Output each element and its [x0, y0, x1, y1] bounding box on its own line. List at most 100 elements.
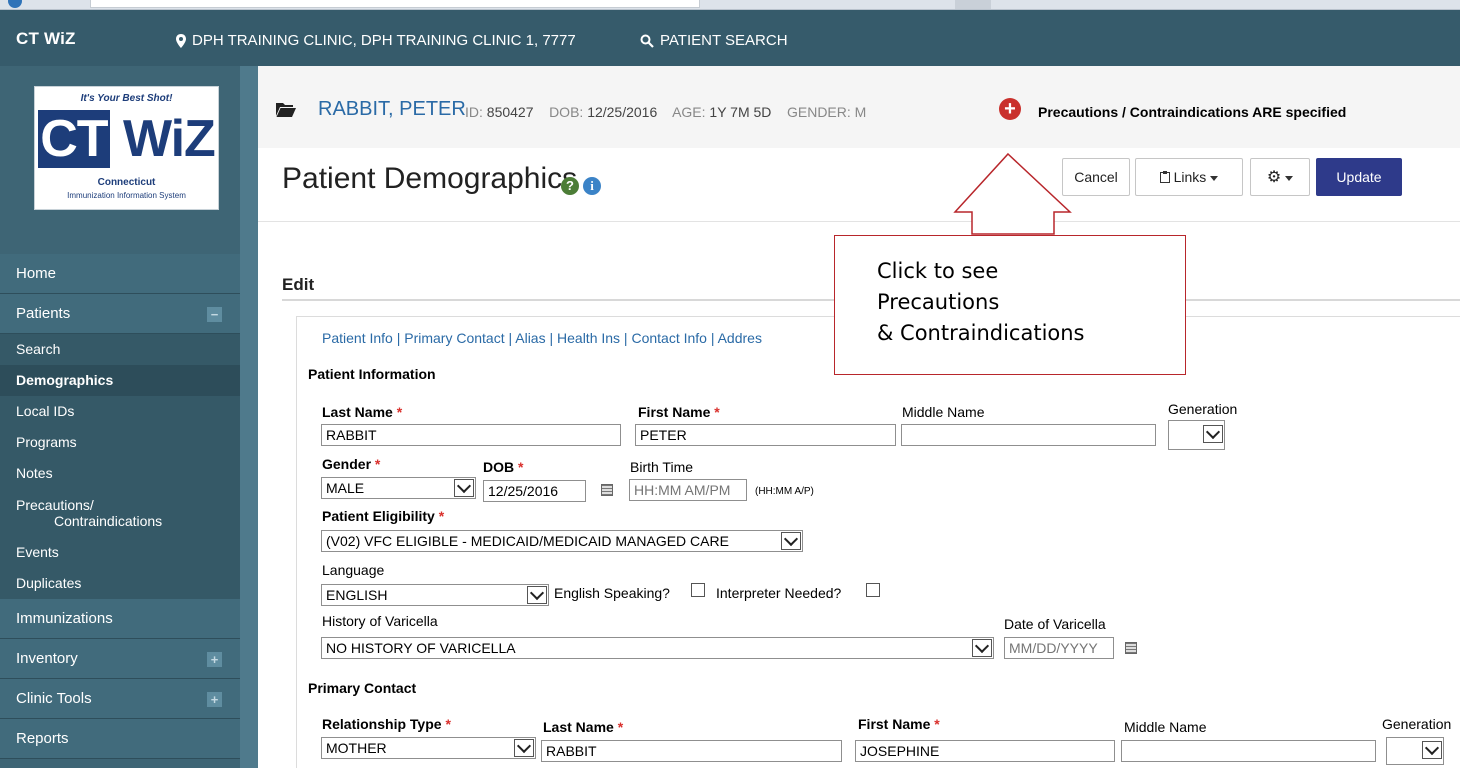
language-select[interactable]: ENGLISH: [321, 584, 549, 606]
birth-time-label: Birth Time: [630, 459, 694, 475]
caret-down-icon: [1210, 175, 1219, 181]
section-tabs[interactable]: Patient Info | Primary Contact | Alias |…: [322, 330, 762, 346]
logo-subtitle-2: Immunization Information System: [67, 191, 186, 200]
chevron-down-icon: [1422, 741, 1442, 759]
contact-last-name-field[interactable]: RABBIT: [541, 740, 842, 762]
last-name-label: Last Name *: [322, 404, 402, 420]
clipboard-icon: [1159, 171, 1170, 183]
chevron-down-icon: [527, 586, 547, 604]
callout-line-3: & Contraindications: [877, 321, 1085, 345]
help-icon[interactable]: ?: [561, 177, 579, 195]
clinic-selector[interactable]: DPH TRAINING CLINIC, DPH TRAINING CLINIC…: [176, 32, 576, 49]
patient-banner: RABBIT, PETER ID: 850427 DOB: 12/25/2016…: [258, 66, 1460, 148]
varicella-value: NO HISTORY OF VARICELLA: [326, 640, 516, 656]
dob-label-text: DOB: [483, 459, 515, 475]
sidebar-item-events[interactable]: Events: [0, 537, 240, 568]
chevron-down-icon: [514, 739, 534, 757]
last-name-field[interactable]: RABBIT: [321, 424, 621, 446]
info-icon[interactable]: i: [583, 177, 601, 195]
patient-search-link[interactable]: PATIENT SEARCH: [640, 32, 788, 49]
sidebar-item-precautions[interactable]: Precautions/ Contraindications: [0, 489, 240, 537]
clinic-name: DPH TRAINING CLINIC, DPH TRAINING CLINIC…: [192, 32, 576, 49]
contact-generation-label: Generation: [1382, 716, 1452, 732]
expand-icon[interactable]: +: [207, 652, 222, 667]
required-mark: *: [617, 719, 624, 735]
middle-name-label: Middle Name: [902, 404, 985, 420]
links-dropdown-button[interactable]: Links: [1135, 158, 1243, 196]
contact-generation-select[interactable]: [1386, 737, 1444, 765]
ct-wiz-logo[interactable]: It's Your Best Shot! CT WiZ Connecticut …: [34, 86, 219, 210]
age-label: AGE:: [672, 104, 706, 120]
logo-wordmark: CT WiZ: [38, 110, 216, 168]
required-mark: *: [518, 459, 524, 475]
dob-label: DOB *: [483, 459, 523, 475]
chevron-down-icon: [781, 532, 801, 550]
relationship-value: MOTHER: [326, 740, 387, 756]
varicella-history-select[interactable]: NO HISTORY OF VARICELLA: [321, 637, 994, 659]
brand-name[interactable]: CT WiZ: [16, 29, 76, 49]
browser-back-icon[interactable]: [8, 0, 22, 8]
title-row: Patient Demographics ? i Cancel Links ⚙ …: [258, 148, 1460, 222]
expand-icon[interactable]: +: [207, 692, 222, 707]
sidebar-item-home[interactable]: Home: [0, 254, 240, 294]
dob-field[interactable]: 12/25/2016: [483, 480, 586, 502]
birth-time-hint: (HH:MM A/P): [755, 486, 814, 497]
sidebar-item-local-ids[interactable]: Local IDs: [0, 396, 240, 427]
plus-circle-icon[interactable]: +: [999, 98, 1021, 120]
sidebar-item-search[interactable]: Search: [0, 334, 240, 365]
required-mark: *: [714, 404, 720, 420]
patient-name: RABBIT, PETER: [318, 98, 466, 120]
first-name-label-text: First Name: [638, 404, 711, 420]
sidebar-item-reports[interactable]: Reports: [0, 719, 240, 759]
contact-first-name-label-text: First Name: [858, 716, 931, 732]
interpreter-needed-checkbox[interactable]: [866, 583, 880, 597]
generation-select[interactable]: [1168, 420, 1225, 450]
calendar-icon[interactable]: [1125, 642, 1137, 654]
relationship-type-select[interactable]: MOTHER: [321, 737, 536, 759]
callout-line-2: Precautions: [877, 290, 1000, 314]
language-value: ENGLISH: [326, 587, 388, 603]
settings-dropdown-button[interactable]: ⚙: [1250, 158, 1310, 196]
sidebar-item-inventory[interactable]: Inventory +: [0, 639, 240, 679]
varicella-date-field[interactable]: [1004, 637, 1114, 659]
sidebar-item-demographics[interactable]: Demographics: [0, 365, 240, 396]
patient-information-heading: Patient Information: [308, 366, 436, 382]
collapse-icon[interactable]: −: [207, 307, 222, 322]
top-bar: CT WiZ DPH TRAINING CLINIC, DPH TRAINING…: [0, 10, 1460, 66]
sidebar-item-immunizations[interactable]: Immunizations: [0, 599, 240, 639]
birth-time-field[interactable]: [629, 479, 747, 501]
english-speaking-checkbox[interactable]: [691, 583, 705, 597]
annotation-callout: Click to see Precautions & Contraindicat…: [834, 235, 1186, 375]
links-label: Links: [1173, 169, 1207, 185]
patient-eligibility-label-text: Patient Eligibility: [322, 508, 435, 524]
last-name-label-text: Last Name: [322, 404, 393, 420]
callout-line-1: Click to see: [877, 259, 999, 283]
browser-strip: [0, 0, 1460, 10]
middle-name-field[interactable]: [901, 424, 1156, 446]
required-mark: *: [934, 716, 940, 732]
calendar-icon[interactable]: [601, 484, 613, 496]
browser-address-field[interactable]: [90, 0, 700, 8]
first-name-field[interactable]: PETER: [635, 424, 896, 446]
sidebar-item-programs[interactable]: Programs: [0, 427, 240, 458]
sidebar-item-duplicates[interactable]: Duplicates: [0, 568, 240, 599]
gender-select[interactable]: MALE: [321, 477, 476, 499]
id-label: ID:: [465, 104, 483, 120]
eligibility-value: (V02) VFC ELIGIBLE - MEDICAID/MEDICAID M…: [326, 533, 729, 549]
contact-first-name-field[interactable]: JOSEPHINE: [855, 740, 1115, 762]
contact-middle-name-label: Middle Name: [1124, 719, 1207, 735]
patient-eligibility-select[interactable]: (V02) VFC ELIGIBLE - MEDICAID/MEDICAID M…: [321, 530, 803, 552]
sidebar-item-label: Patients: [16, 305, 71, 322]
patients-submenu: Search Demographics Local IDs Programs N…: [0, 334, 240, 599]
primary-contact-heading: Primary Contact: [308, 680, 417, 696]
precautions-status[interactable]: Precautions / Contraindications ARE spec…: [1038, 104, 1346, 120]
language-label: Language: [322, 562, 385, 578]
sidebar-item-patients[interactable]: Patients −: [0, 294, 240, 334]
patient-search-label: PATIENT SEARCH: [660, 32, 788, 49]
contact-middle-name-field[interactable]: [1121, 740, 1376, 762]
edit-heading: Edit: [282, 275, 315, 294]
update-button[interactable]: Update: [1316, 158, 1402, 196]
browser-button[interactable]: [955, 0, 991, 9]
sidebar-item-notes[interactable]: Notes: [0, 458, 240, 489]
sidebar-item-clinic-tools[interactable]: Clinic Tools +: [0, 679, 240, 719]
